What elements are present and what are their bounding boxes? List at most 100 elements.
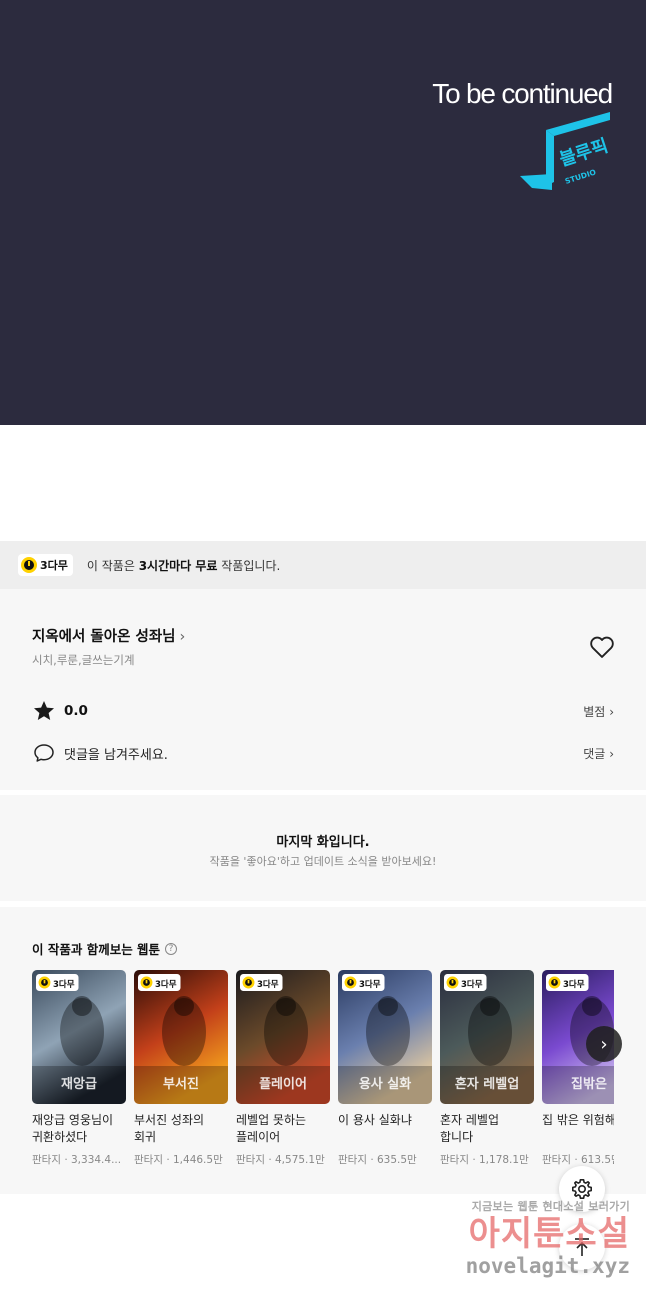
recommendation-title[interactable]: 혼자 레벨업 합니다 bbox=[440, 1112, 534, 1146]
notice-prefix: 이 작품은 bbox=[86, 558, 139, 573]
wait-free-badge-label: 3다무 bbox=[53, 979, 75, 989]
meta-separator: · bbox=[468, 1154, 479, 1166]
recommendation-title[interactable]: 부서진 성좌의 회귀 bbox=[134, 1112, 228, 1146]
studio-logo-text: 블루픽 bbox=[557, 135, 611, 170]
cover-title-art: 혼자 레벨업 bbox=[455, 1076, 519, 1092]
recommendation-title[interactable]: 이 용사 실화냐 bbox=[338, 1112, 432, 1146]
recommendation-genre: 판타지 bbox=[32, 1154, 61, 1166]
wait-free-badge: 3다무 bbox=[240, 974, 283, 992]
recommendation-card[interactable]: 플레이어 3다무레벨업 못하는 플레이어판타지 · 4,575.1만 bbox=[236, 970, 330, 1167]
wait-free-badge: 3다무 bbox=[36, 974, 79, 992]
recommendation-genre: 판타지 bbox=[440, 1154, 469, 1166]
recommendation-genre: 판타지 bbox=[338, 1154, 367, 1166]
recommendation-views: 635.5만 bbox=[377, 1154, 417, 1166]
comment-link-label[interactable]: 댓글 bbox=[583, 747, 605, 761]
recommendation-genre: 판타지 bbox=[542, 1154, 571, 1166]
wait-free-badge-label: 3다무 bbox=[257, 979, 279, 989]
meta-separator: · bbox=[366, 1154, 377, 1166]
star-icon bbox=[34, 701, 54, 720]
gear-icon bbox=[572, 1179, 592, 1199]
clock-icon bbox=[38, 976, 51, 989]
wait-free-badge-label: 3다무 bbox=[40, 559, 68, 572]
recommendation-views: 1,446.5만 bbox=[173, 1154, 223, 1166]
studio-logo-sub: STUDIO bbox=[564, 167, 597, 185]
recommendation-meta: 판타지 · 3,334.4... bbox=[32, 1152, 126, 1167]
recommendation-thumbnail[interactable]: 부서진 3다무 bbox=[134, 970, 228, 1104]
work-authors: 시치,루룬,글쓰는기계 bbox=[32, 653, 135, 667]
recommendation-genre: 판타지 bbox=[134, 1154, 163, 1166]
heart-icon[interactable] bbox=[588, 633, 616, 661]
comment-row[interactable]: 댓글을 남겨주세요. 댓글 › bbox=[32, 741, 614, 765]
recommendation-card[interactable]: 혼자 레벨업 3다무혼자 레벨업 합니다판타지 · 1,178.1만 bbox=[440, 970, 534, 1167]
work-title-link[interactable]: 지옥에서 돌아온 성좌님 › bbox=[32, 625, 185, 646]
recommendation-meta: 판타지 · 613.5만 bbox=[542, 1152, 614, 1167]
wait-free-badge: 3다무 bbox=[18, 554, 73, 576]
carousel-next-button[interactable]: › bbox=[586, 1026, 622, 1062]
wait-free-badge: 3다무 bbox=[444, 974, 487, 992]
wait-free-badge-label: 3다무 bbox=[563, 979, 585, 989]
scroll-to-top-button[interactable] bbox=[559, 1224, 605, 1270]
recommendation-card[interactable]: 용사 실화 3다무이 용사 실화냐판타지 · 635.5만 bbox=[338, 970, 432, 1167]
recommendation-views: 3,334.4... bbox=[71, 1154, 122, 1166]
recommendation-title[interactable]: 집 밖은 위험해 bbox=[542, 1112, 614, 1146]
clock-icon bbox=[446, 976, 459, 989]
recommendation-meta: 판타지 · 1,178.1만 bbox=[440, 1152, 534, 1167]
rate-link[interactable]: 별점 › bbox=[583, 703, 614, 720]
rating-row: 0.0 별점 › bbox=[32, 699, 614, 723]
recommendation-meta: 판타지 · 635.5만 bbox=[338, 1152, 432, 1167]
recommendation-meta: 판타지 · 4,575.1만 bbox=[236, 1152, 330, 1167]
wait-free-badge: 3다무 bbox=[546, 974, 589, 992]
recommendation-carousel: 재앙급 3다무재앙급 영웅님이 귀환하셨다판타지 · 3,334.4... 부서진 3… bbox=[32, 970, 614, 1180]
recommendation-card[interactable]: 부서진 3다무부서진 성좌의 회귀판타지 · 1,446.5만 bbox=[134, 970, 228, 1167]
last-episode-title: 마지막 화입니다. bbox=[276, 835, 370, 850]
free-notice-text: 이 작품은 3시간마다 무료 작품입니다. bbox=[87, 557, 280, 574]
recommendation-views: 1,178.1만 bbox=[479, 1154, 529, 1166]
recommendation-title[interactable]: 레벨업 못하는 플레이어 bbox=[236, 1112, 330, 1146]
recommendation-thumbnail[interactable]: 재앙급 3다무 bbox=[32, 970, 126, 1104]
settings-button[interactable] bbox=[559, 1166, 605, 1212]
cover-title-art: 용사 실화 bbox=[359, 1076, 411, 1092]
wait-free-badge-label: 3다무 bbox=[461, 979, 483, 989]
rating-value: 0.0 bbox=[64, 703, 88, 719]
chevron-right-icon: › bbox=[609, 746, 614, 761]
meta-separator: · bbox=[264, 1154, 275, 1166]
last-episode-panel: 마지막 화입니다. 작품을 '좋아요'하고 업데이트 소식을 받아보세요! bbox=[0, 795, 646, 901]
recommendation-card[interactable]: 집밖은 3다무집 밖은 위험해판타지 · 613.5만 bbox=[542, 970, 614, 1167]
help-icon[interactable]: ? bbox=[165, 942, 178, 955]
recommendation-views: 613.5만 bbox=[581, 1154, 614, 1166]
chevron-right-icon: › bbox=[179, 629, 186, 645]
recommendation-thumbnail[interactable]: 플레이어 3다무 bbox=[236, 970, 330, 1104]
recommendation-meta: 판타지 · 1,446.5만 bbox=[134, 1152, 228, 1167]
recommendation-thumbnail[interactable]: 혼자 레벨업 3다무 bbox=[440, 970, 534, 1104]
recommendations-title-text: 이 작품과 함께보는 웹툰 bbox=[32, 942, 161, 957]
recommendations-title: 이 작품과 함께보는 웹툰 ? bbox=[32, 939, 178, 958]
clock-icon bbox=[344, 976, 357, 989]
last-episode-subtitle: 작품을 '좋아요'하고 업데이트 소식을 받아보세요! bbox=[209, 855, 437, 868]
recommendation-views: 4,575.1만 bbox=[275, 1154, 325, 1166]
episode-end-banner: To be continued 블루픽 STUDIO bbox=[0, 0, 646, 425]
notice-bold: 3시간마다 무료 bbox=[138, 558, 218, 573]
meta-separator: · bbox=[570, 1154, 581, 1166]
work-title[interactable]: 지옥에서 돌아온 성좌님 bbox=[32, 629, 176, 645]
speech-bubble-icon bbox=[34, 744, 54, 762]
meta-separator: · bbox=[162, 1154, 173, 1166]
meta-separator: · bbox=[60, 1154, 71, 1166]
comment-input-placeholder[interactable]: 댓글을 남겨주세요. bbox=[64, 744, 168, 763]
clock-icon bbox=[242, 976, 255, 989]
cover-title-art: 부서진 bbox=[163, 1076, 199, 1092]
recommendation-title[interactable]: 재앙급 영웅님이 귀환하셨다 bbox=[32, 1112, 126, 1146]
cover-title-art: 재앙급 bbox=[61, 1076, 97, 1092]
rate-link-label[interactable]: 별점 bbox=[583, 705, 605, 719]
recommendations-section: 이 작품과 함께보는 웹툰 ? 재앙급 3다무재앙급 영웅님이 귀환하셨다판타지 … bbox=[0, 907, 646, 1194]
recommendation-thumbnail[interactable]: 용사 실화 3다무 bbox=[338, 970, 432, 1104]
recommendation-card[interactable]: 재앙급 3다무재앙급 영웅님이 귀환하셨다판타지 · 3,334.4... bbox=[32, 970, 126, 1167]
notice-suffix: 작품입니다. bbox=[217, 558, 281, 573]
wait-free-badge: 3다무 bbox=[138, 974, 181, 992]
clock-icon bbox=[140, 976, 153, 989]
wait-free-badge: 3다무 bbox=[342, 974, 385, 992]
work-info-panel: 지옥에서 돌아온 성좌님 › 시치,루룬,글쓰는기계 0.0 별점 › 댓글을 남… bbox=[0, 589, 646, 790]
arrow-up-icon bbox=[575, 1238, 589, 1256]
comment-link[interactable]: 댓글 › bbox=[583, 745, 614, 762]
clock-icon bbox=[21, 557, 37, 573]
recommendation-genre: 판타지 bbox=[236, 1154, 265, 1166]
